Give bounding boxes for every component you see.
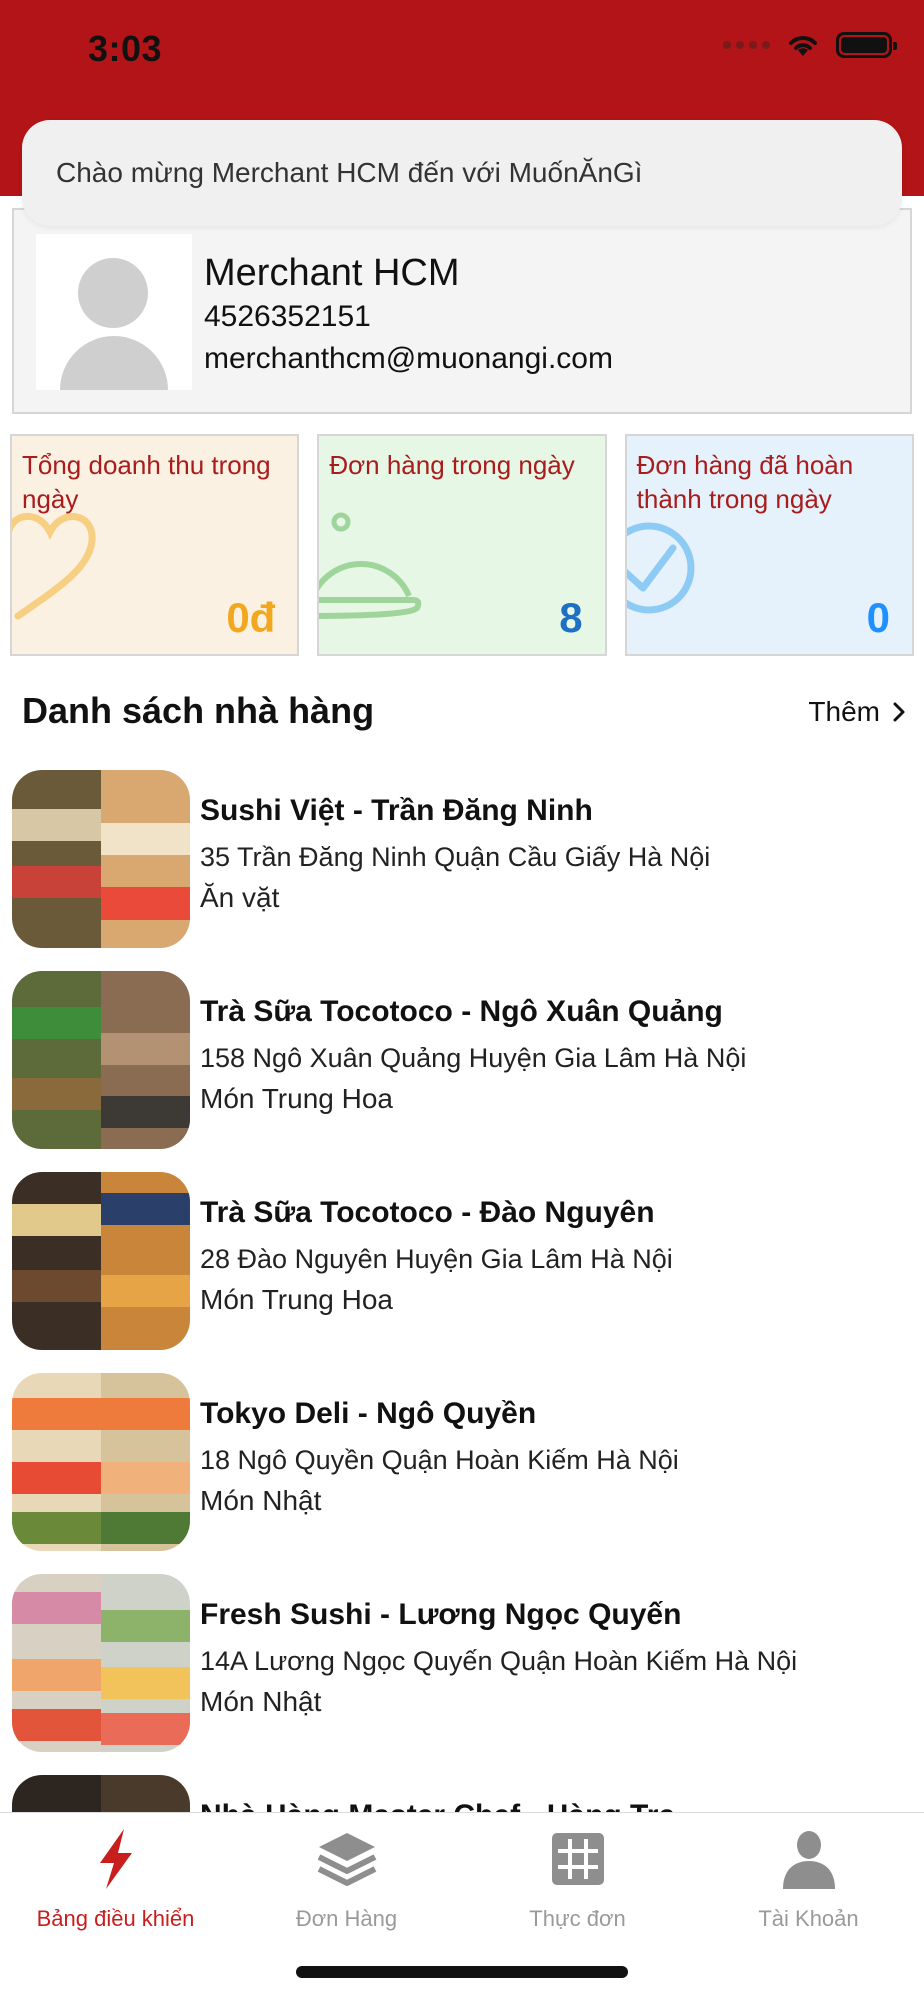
heart-icon bbox=[12, 513, 96, 620]
grid-icon bbox=[551, 1833, 604, 1885]
restaurant-category: Món Trung Hoa bbox=[200, 1284, 393, 1315]
profile-info: Merchant HCM 4526352151 merchanthcm@muon… bbox=[204, 250, 613, 380]
stat-value: 0đ bbox=[226, 594, 276, 641]
restaurant-thumbnail bbox=[12, 971, 190, 1149]
restaurant-address: 14A Lương Ngọc Quyến Quận Hoàn Kiếm Hà N… bbox=[200, 1646, 798, 1676]
list-item[interactable]: Trà Sữa Tocotoco - Ngô Xuân Quảng 158 Ng… bbox=[0, 969, 924, 1170]
restaurant-name: Sushi Việt - Trần Đăng Ninh bbox=[200, 794, 593, 827]
chevron-right-icon bbox=[893, 702, 905, 722]
restaurant-thumbnail bbox=[12, 770, 190, 948]
stat-card-orders[interactable]: Đơn hàng trong ngày 8 bbox=[317, 434, 607, 656]
restaurant-address: 35 Trần Đăng Ninh Quận Cầu Giấy Hà Nội bbox=[200, 842, 711, 872]
stat-label: Tổng doanh thu trong ngày bbox=[22, 450, 271, 514]
restaurant-name: Trà Sữa Tocotoco - Đào Nguyên bbox=[200, 1196, 655, 1229]
tab-account[interactable]: Tài Khoản bbox=[693, 1827, 924, 1947]
signal-icon bbox=[723, 41, 770, 49]
restaurant-address: 158 Ngô Xuân Quảng Huyện Gia Lâm Hà Nội bbox=[200, 1043, 747, 1073]
tab-orders[interactable]: Đơn Hàng bbox=[231, 1827, 462, 1947]
restaurant-category: Món Nhật bbox=[200, 1686, 322, 1717]
more-label: Thêm bbox=[808, 696, 880, 727]
status-time: 3:03 bbox=[88, 28, 163, 69]
restaurant-name: Tokyo Deli - Ngô Quyền bbox=[200, 1397, 537, 1430]
lightning-icon bbox=[99, 1829, 132, 1889]
restaurant-list[interactable]: Sushi Việt - Trần Đăng Ninh 35 Trần Đăng… bbox=[0, 768, 924, 1812]
list-item[interactable]: Nhà Hàng Master Chef - Hàng Tre bbox=[0, 1773, 924, 1812]
restaurant-thumbnail bbox=[12, 1775, 190, 1812]
stat-card-completed[interactable]: Đơn hàng đã hoàn thành trong ngày 0 bbox=[624, 434, 914, 656]
more-button[interactable]: Thêm bbox=[808, 696, 906, 728]
person-icon bbox=[782, 1831, 835, 1889]
app-screen: 3:03 Chào mừng Merchant HCM đến với Muốn… bbox=[0, 0, 924, 2000]
status-icons bbox=[723, 32, 897, 58]
restaurant-thumbnail bbox=[12, 1574, 190, 1752]
profile-phone: 4526352151 bbox=[204, 300, 371, 333]
home-indicator bbox=[296, 1966, 628, 1978]
tab-label: Thực đơn bbox=[529, 1906, 626, 1931]
profile-email: merchanthcm@muonangi.com bbox=[204, 342, 613, 375]
restaurant-address: 28 Đào Nguyên Huyện Gia Lâm Hà Nội bbox=[200, 1244, 673, 1274]
stat-value: 0 bbox=[866, 594, 890, 641]
stat-label: Đơn hàng đã hoàn thành trong ngày bbox=[636, 450, 854, 514]
stat-card-revenue[interactable]: Tổng doanh thu trong ngày 0đ bbox=[10, 434, 300, 656]
section-title: Danh sách nhà hàng bbox=[22, 690, 375, 731]
restaurant-category: Món Nhật bbox=[200, 1485, 322, 1516]
food-cloche-icon bbox=[319, 512, 422, 619]
tab-dashboard[interactable]: Bảng điều khiển bbox=[0, 1827, 231, 1947]
checkmark-circle-icon bbox=[626, 522, 695, 614]
welcome-banner: Chào mừng Merchant HCM đến với MuốnĂnGì bbox=[22, 120, 902, 226]
list-item[interactable]: Sushi Việt - Trần Đăng Ninh 35 Trần Đăng… bbox=[0, 768, 924, 969]
restaurant-name: Fresh Sushi - Lương Ngọc Quyến bbox=[200, 1598, 682, 1631]
layers-icon bbox=[317, 1833, 376, 1886]
tab-label: Tài Khoản bbox=[758, 1906, 859, 1931]
tab-label: Đơn Hàng bbox=[295, 1906, 398, 1931]
battery-icon bbox=[836, 32, 897, 58]
stat-value: 8 bbox=[559, 594, 583, 641]
list-item[interactable]: Tokyo Deli - Ngô Quyền 18 Ngô Quyền Quận… bbox=[0, 1371, 924, 1572]
list-item[interactable]: Fresh Sushi - Lương Ngọc Quyến 14A Lương… bbox=[0, 1572, 924, 1773]
restaurant-thumbnail bbox=[12, 1373, 190, 1551]
restaurant-thumbnail bbox=[12, 1172, 190, 1350]
tab-label: Bảng điều khiển bbox=[36, 1906, 195, 1931]
avatar[interactable] bbox=[36, 234, 192, 390]
tab-menu[interactable]: Thực đơn bbox=[462, 1827, 693, 1947]
profile-name: Merchant HCM bbox=[204, 252, 460, 294]
stats-row: Tổng doanh thu trong ngày 0đ Đơn hàng tr… bbox=[10, 434, 914, 656]
restaurant-name: Trà Sữa Tocotoco - Ngô Xuân Quảng bbox=[200, 995, 723, 1028]
list-item[interactable]: Trà Sữa Tocotoco - Đào Nguyên 28 Đào Ngu… bbox=[0, 1170, 924, 1371]
wifi-icon bbox=[789, 36, 817, 56]
restaurant-category: Món Trung Hoa bbox=[200, 1083, 393, 1114]
profile-card[interactable]: Merchant HCM 4526352151 merchanthcm@muon… bbox=[12, 208, 912, 414]
restaurant-address: 18 Ngô Quyền Quận Hoàn Kiếm Hà Nội bbox=[200, 1445, 679, 1475]
restaurant-category: Ăn vặt bbox=[200, 882, 280, 913]
stat-label: Đơn hàng trong ngày bbox=[329, 450, 575, 480]
restaurant-name: Nhà Hàng Master Chef - Hàng Tre bbox=[200, 1799, 675, 1812]
